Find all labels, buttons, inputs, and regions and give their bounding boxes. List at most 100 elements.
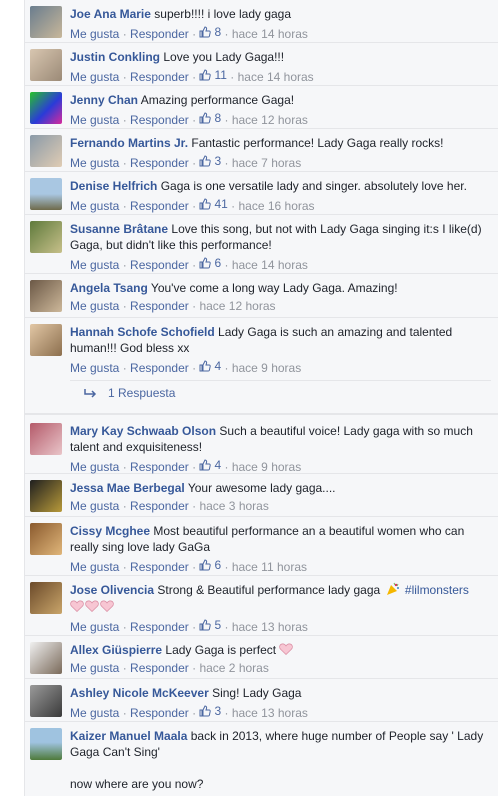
timestamp[interactable]: hace 7 horas: [232, 156, 301, 170]
reply-link[interactable]: Responder: [130, 299, 189, 313]
avatar[interactable]: [30, 221, 62, 253]
hashtag-link[interactable]: #lilmonsters: [405, 583, 469, 597]
comment: Kaizer Manuel Maala back in 2013, where …: [25, 722, 498, 796]
avatar[interactable]: [30, 423, 62, 455]
timestamp[interactable]: hace 16 horas: [239, 199, 315, 213]
timestamp[interactable]: hace 3 horas: [199, 499, 268, 513]
reply-link[interactable]: Responder: [130, 620, 189, 634]
like-link[interactable]: Me gusta: [70, 156, 119, 170]
avatar[interactable]: [30, 685, 62, 717]
avatar[interactable]: [30, 582, 62, 614]
timestamp[interactable]: hace 14 horas: [238, 70, 314, 84]
like-count[interactable]: 41: [199, 196, 228, 212]
comment-author[interactable]: Denise Helfrich: [70, 179, 157, 193]
like-count[interactable]: 6: [199, 557, 221, 573]
like-link[interactable]: Me gusta: [70, 460, 119, 474]
like-count[interactable]: 3: [199, 153, 221, 169]
avatar[interactable]: [30, 178, 62, 210]
like-link[interactable]: Me gusta: [70, 27, 119, 41]
heart-icon: [85, 600, 99, 612]
like-link[interactable]: Me gusta: [70, 560, 119, 574]
reply-link[interactable]: Responder: [130, 706, 189, 720]
timestamp[interactable]: hace 13 horas: [232, 620, 308, 634]
like-link[interactable]: Me gusta: [70, 661, 119, 675]
timestamp[interactable]: hace 12 horas: [199, 299, 275, 313]
like-count[interactable]: 8: [199, 110, 221, 126]
avatar[interactable]: [30, 92, 62, 124]
reply-link[interactable]: Responder: [130, 499, 189, 513]
like-link[interactable]: Me gusta: [70, 706, 119, 720]
separator: ·: [192, 113, 197, 127]
comment-author[interactable]: Mary Kay Schwaab Olson: [70, 424, 216, 438]
avatar[interactable]: [30, 642, 62, 674]
like-count[interactable]: 3: [199, 703, 221, 719]
separator: ·: [122, 661, 127, 675]
timestamp[interactable]: hace 9 horas: [232, 460, 301, 474]
reply-link[interactable]: Responder: [130, 361, 189, 375]
timestamp[interactable]: hace 12 horas: [232, 113, 308, 127]
comment-author[interactable]: Susanne Brâtane: [70, 222, 168, 236]
view-replies-link[interactable]: 1 Respuesta: [70, 386, 175, 400]
reply-link[interactable]: Responder: [130, 27, 189, 41]
timestamp[interactable]: hace 9 horas: [232, 361, 301, 375]
reply-link[interactable]: Responder: [130, 560, 189, 574]
avatar[interactable]: [30, 135, 62, 167]
comment-text: superb!!!! i love lady gaga: [154, 7, 292, 21]
comment-author[interactable]: Fernando Martins Jr.: [70, 136, 188, 150]
comment-author[interactable]: Kaizer Manuel Maala: [70, 729, 187, 743]
like-count[interactable]: 6: [199, 255, 221, 271]
separator: ·: [192, 499, 197, 513]
heart-icon: [70, 600, 84, 612]
like-link[interactable]: Me gusta: [70, 499, 119, 513]
avatar[interactable]: [30, 728, 62, 760]
separator: ·: [192, 258, 197, 272]
avatar[interactable]: [30, 49, 62, 81]
avatar[interactable]: [30, 523, 62, 555]
reply-link[interactable]: Responder: [130, 460, 189, 474]
avatar[interactable]: [30, 324, 62, 356]
separator: ·: [122, 199, 127, 213]
comment-author[interactable]: Jessa Mae Berbegal: [70, 481, 185, 495]
comment-author[interactable]: Jose Olivencia: [70, 583, 154, 597]
reply-link[interactable]: Responder: [130, 258, 189, 272]
avatar[interactable]: [30, 280, 62, 312]
comment-author[interactable]: Justin Conkling: [70, 50, 160, 64]
thumbs-up-icon: [199, 198, 212, 210]
timestamp[interactable]: hace 13 horas: [232, 706, 308, 720]
avatar[interactable]: [30, 6, 62, 38]
like-link[interactable]: Me gusta: [70, 299, 119, 313]
like-link[interactable]: Me gusta: [70, 70, 119, 84]
comment-author[interactable]: Ashley Nicole McKeever: [70, 686, 209, 700]
timestamp[interactable]: hace 14 horas: [232, 258, 308, 272]
like-link[interactable]: Me gusta: [70, 199, 119, 213]
timestamp[interactable]: hace 14 horas: [232, 27, 308, 41]
like-count[interactable]: 4: [199, 457, 221, 473]
timestamp[interactable]: hace 2 horas: [199, 661, 268, 675]
separator: ·: [192, 70, 197, 84]
reply-link[interactable]: Responder: [130, 113, 189, 127]
like-count[interactable]: 8: [199, 24, 221, 40]
timestamp[interactable]: hace 11 horas: [232, 560, 307, 574]
comment-author[interactable]: Angela Tsang: [70, 281, 148, 295]
comment-text: Sing! Lady Gaga: [212, 686, 302, 700]
reply-link[interactable]: Responder: [130, 199, 189, 213]
avatar[interactable]: [30, 480, 62, 512]
comment-author[interactable]: Jenny Chan: [70, 93, 138, 107]
separator: ·: [192, 199, 197, 213]
reply-link[interactable]: Responder: [130, 70, 189, 84]
comment-author[interactable]: Allex Giüspierre: [70, 643, 162, 657]
like-count[interactable]: 4: [199, 358, 221, 374]
comment-author[interactable]: Cissy Mcghee: [70, 524, 150, 538]
like-link[interactable]: Me gusta: [70, 258, 119, 272]
like-link[interactable]: Me gusta: [70, 113, 119, 127]
reply-link[interactable]: Responder: [130, 156, 189, 170]
comment-author[interactable]: Hannah Schofe Schofield: [70, 325, 215, 339]
like-link[interactable]: Me gusta: [70, 361, 119, 375]
separator: ·: [122, 499, 127, 513]
like-count[interactable]: 5: [199, 617, 221, 633]
thumbs-up-icon: [199, 360, 212, 372]
like-count[interactable]: 11: [199, 67, 227, 83]
reply-link[interactable]: Responder: [130, 661, 189, 675]
comment-author[interactable]: Joe Ana Marie: [70, 7, 151, 21]
like-link[interactable]: Me gusta: [70, 620, 119, 634]
